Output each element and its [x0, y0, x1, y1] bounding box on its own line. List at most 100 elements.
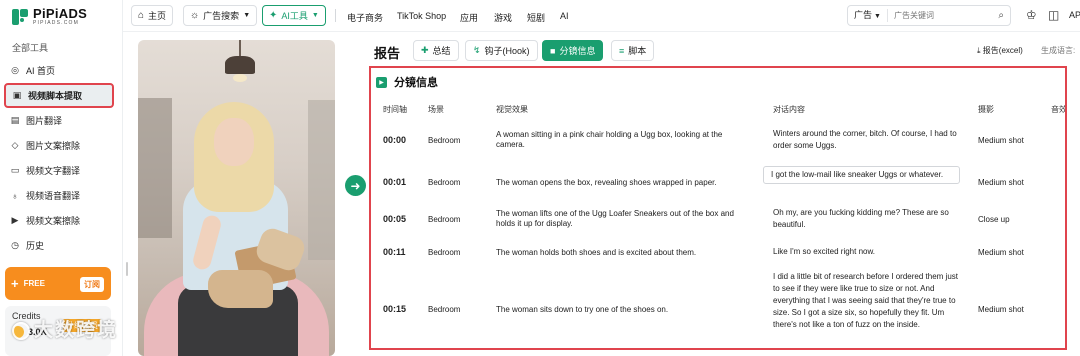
ugg-shoe [208, 270, 273, 308]
lightbulb-icon: ☼ [190, 10, 200, 21]
tab-storyboard[interactable]: ■ 分镜信息 [542, 40, 604, 61]
row-dialog: Oh my, are you fucking kidding me? These… [773, 208, 949, 229]
logo[interactable]: PiPiADS PIPIADS.COM [12, 7, 87, 26]
row-scene: Bedroom [428, 136, 461, 145]
sidebar-item-label: AI 首页 [26, 66, 56, 76]
logo-text: PiPiADS [33, 6, 88, 21]
hook-icon: ↯ [473, 45, 481, 55]
sidebar-item-video-erase[interactable]: ▶ 视频文案擦除 [4, 208, 114, 233]
plus-icon: + [11, 276, 19, 291]
sidebar-heading: 全部工具 [12, 43, 49, 53]
eraser-icon: ◇ [11, 140, 19, 150]
home-button[interactable]: ⌂ 主页 [131, 5, 174, 26]
search-icon[interactable]: ⌕ [998, 10, 1004, 21]
row-visual: The woman holds both shoes and is excite… [496, 248, 697, 257]
history-icon: ◷ [11, 240, 19, 250]
table-row: 00:11 Bedroom The woman holds both shoes… [371, 244, 1065, 264]
tab-script[interactable]: ≡ 脚本 [611, 40, 655, 61]
video-eraser-icon: ▶ [11, 215, 19, 225]
row-visual: The woman lifts one of the Ugg Loafer Sn… [496, 209, 734, 228]
generate-language-label: 生成语言: [1041, 46, 1076, 55]
row-shot: Medium shot [978, 248, 1024, 257]
col-header-shot: 摄影 [978, 105, 994, 114]
row-scene: Bedroom [428, 215, 461, 224]
table-row: 00:00 Bedroom A woman sitting in a pink … [371, 128, 1065, 164]
row-scene: Bedroom [428, 178, 461, 187]
sidebar-item-video-voice-translate[interactable]: ♁ 视频语音翻译 [4, 183, 114, 208]
sidebar-nav: ◎ AI 首页 ▣ 视频脚本提取 ▤ 图片翻译 ◇ 图片文案擦除 ▭ 视频文字翻… [4, 58, 114, 258]
export-excel-button[interactable]: ⤓ 报告(excel) [977, 45, 1023, 56]
storyboard-panel: ▶ 分镜信息 时间轴 场景 视觉效果 对话内容 摄影 音效 00:00 Bedr… [369, 66, 1067, 350]
report-title: 报告 [374, 46, 401, 61]
search-type-label: 广告 [854, 10, 873, 20]
watermark-logo [12, 322, 30, 340]
logo-icon [12, 8, 28, 25]
sidebar-item-history[interactable]: ◷ 历史 [4, 233, 114, 258]
tab-summary[interactable]: ✚ 总结 [413, 40, 459, 61]
row-visual: The woman sits down to try one of the sh… [496, 305, 669, 314]
row-shot: Medium shot [978, 305, 1024, 314]
row-scene: Bedroom [428, 305, 461, 314]
chevron-down-icon: ▼ [874, 13, 881, 20]
nav-link-apps[interactable]: 应用 [460, 11, 478, 24]
row-shot: Medium shot [978, 136, 1024, 145]
nav-link-ai[interactable]: AI [560, 11, 569, 21]
ai-tools-label: AI工具 [281, 11, 308, 21]
topbar-separator [335, 9, 336, 22]
arrow-right-icon[interactable]: ➜ [345, 175, 366, 196]
crown-icon[interactable]: ♔ [1026, 8, 1037, 22]
table-row: 00:15 Bedroom The woman sits down to try… [371, 271, 1065, 348]
export-label: 报告(excel) [982, 46, 1023, 55]
search-input[interactable] [893, 11, 984, 20]
panel-title-text: 分镜信息 [394, 77, 438, 89]
tab-hook[interactable]: ↯ 钩子(Hook) [465, 40, 538, 61]
sidebar-item-label: 图片文案擦除 [26, 141, 81, 151]
bag-icon[interactable]: ◫ [1048, 8, 1059, 22]
top-navigation: ⌂ 主页 ☼ 广告搜索 ▼ ✦ AI工具 ▼ 电子商务 TikTok Shop … [123, 0, 1080, 32]
language-switch[interactable]: AP [1069, 10, 1080, 20]
row-time: 00:15 [383, 304, 407, 314]
sidebar-resize-handle[interactable] [126, 262, 128, 276]
subscribe-button[interactable]: 订阅 [80, 277, 104, 292]
table-header: 时间轴 场景 视觉效果 对话内容 摄影 音效 [371, 101, 1067, 115]
nav-link-tiktok-shop[interactable]: TikTok Shop [397, 11, 446, 21]
col-header-visual: 视觉效果 [496, 105, 528, 114]
col-header-sfx: 音效 [1051, 105, 1067, 114]
ai-tools-dropdown[interactable]: ✦ AI工具 ▼ [262, 5, 326, 26]
download-icon: ⤓ [977, 46, 981, 55]
sidebar-item-image-translate[interactable]: ▤ 图片翻译 [4, 108, 114, 133]
row-dialog-editor[interactable]: I got the low-mail like sneaker Uggs or … [763, 166, 960, 184]
search-bar: 广告▼ ⌕ [847, 5, 1011, 26]
row-scene: Bedroom [428, 248, 461, 257]
nav-link-short-drama[interactable]: 短剧 [527, 11, 545, 24]
col-header-time: 时间轴 [383, 105, 407, 114]
ad-search-dropdown[interactable]: ☼ 广告搜索 ▼ [183, 5, 258, 26]
script-icon: ▣ [12, 90, 22, 100]
free-plan-banner[interactable]: + FREE 订阅 [5, 267, 111, 300]
home-label: 主页 [148, 11, 167, 21]
sidebar-item-video-script[interactable]: ▣ 视频脚本提取 [4, 83, 114, 108]
tab-label: 钩子(Hook) [484, 46, 530, 56]
tab-label: 分镜信息 [559, 46, 596, 56]
sidebar-item-label: 视频文案擦除 [26, 216, 81, 226]
nav-link-ecommerce[interactable]: 电子商务 [347, 11, 383, 24]
nav-link-games[interactable]: 游戏 [494, 11, 512, 24]
script-list-icon: ≡ [619, 45, 625, 56]
free-plan-label: FREE [23, 279, 45, 288]
video-player[interactable] [138, 40, 335, 356]
table-row: 00:01 Bedroom The woman opens the box, r… [371, 164, 1065, 200]
watermark-text: 大数跨境 [34, 320, 119, 341]
sidebar-item-image-erase[interactable]: ◇ 图片文案擦除 [4, 133, 114, 158]
row-time: 00:05 [383, 214, 407, 224]
video-icon: ■ [550, 45, 556, 56]
video-icon: ▶ [376, 76, 387, 88]
sidebar-item-ai-home[interactable]: ◎ AI 首页 [4, 58, 114, 83]
sidebar: PiPiADS PIPIADS.COM 全部工具 ◎ AI 首页 ▣ 视频脚本提… [0, 0, 122, 356]
chevron-down-icon: ▼ [243, 12, 251, 19]
row-visual: The woman opens the box, revealing shoes… [496, 178, 717, 187]
search-type-select[interactable]: 广告 ▼ [848, 9, 888, 22]
sidebar-item-video-text-translate[interactable]: ▭ 视频文字翻译 [4, 158, 114, 183]
sparkle-icon: ✦ [269, 10, 278, 21]
row-time: 00:00 [383, 135, 407, 145]
sidebar-item-label: 历史 [26, 241, 45, 251]
